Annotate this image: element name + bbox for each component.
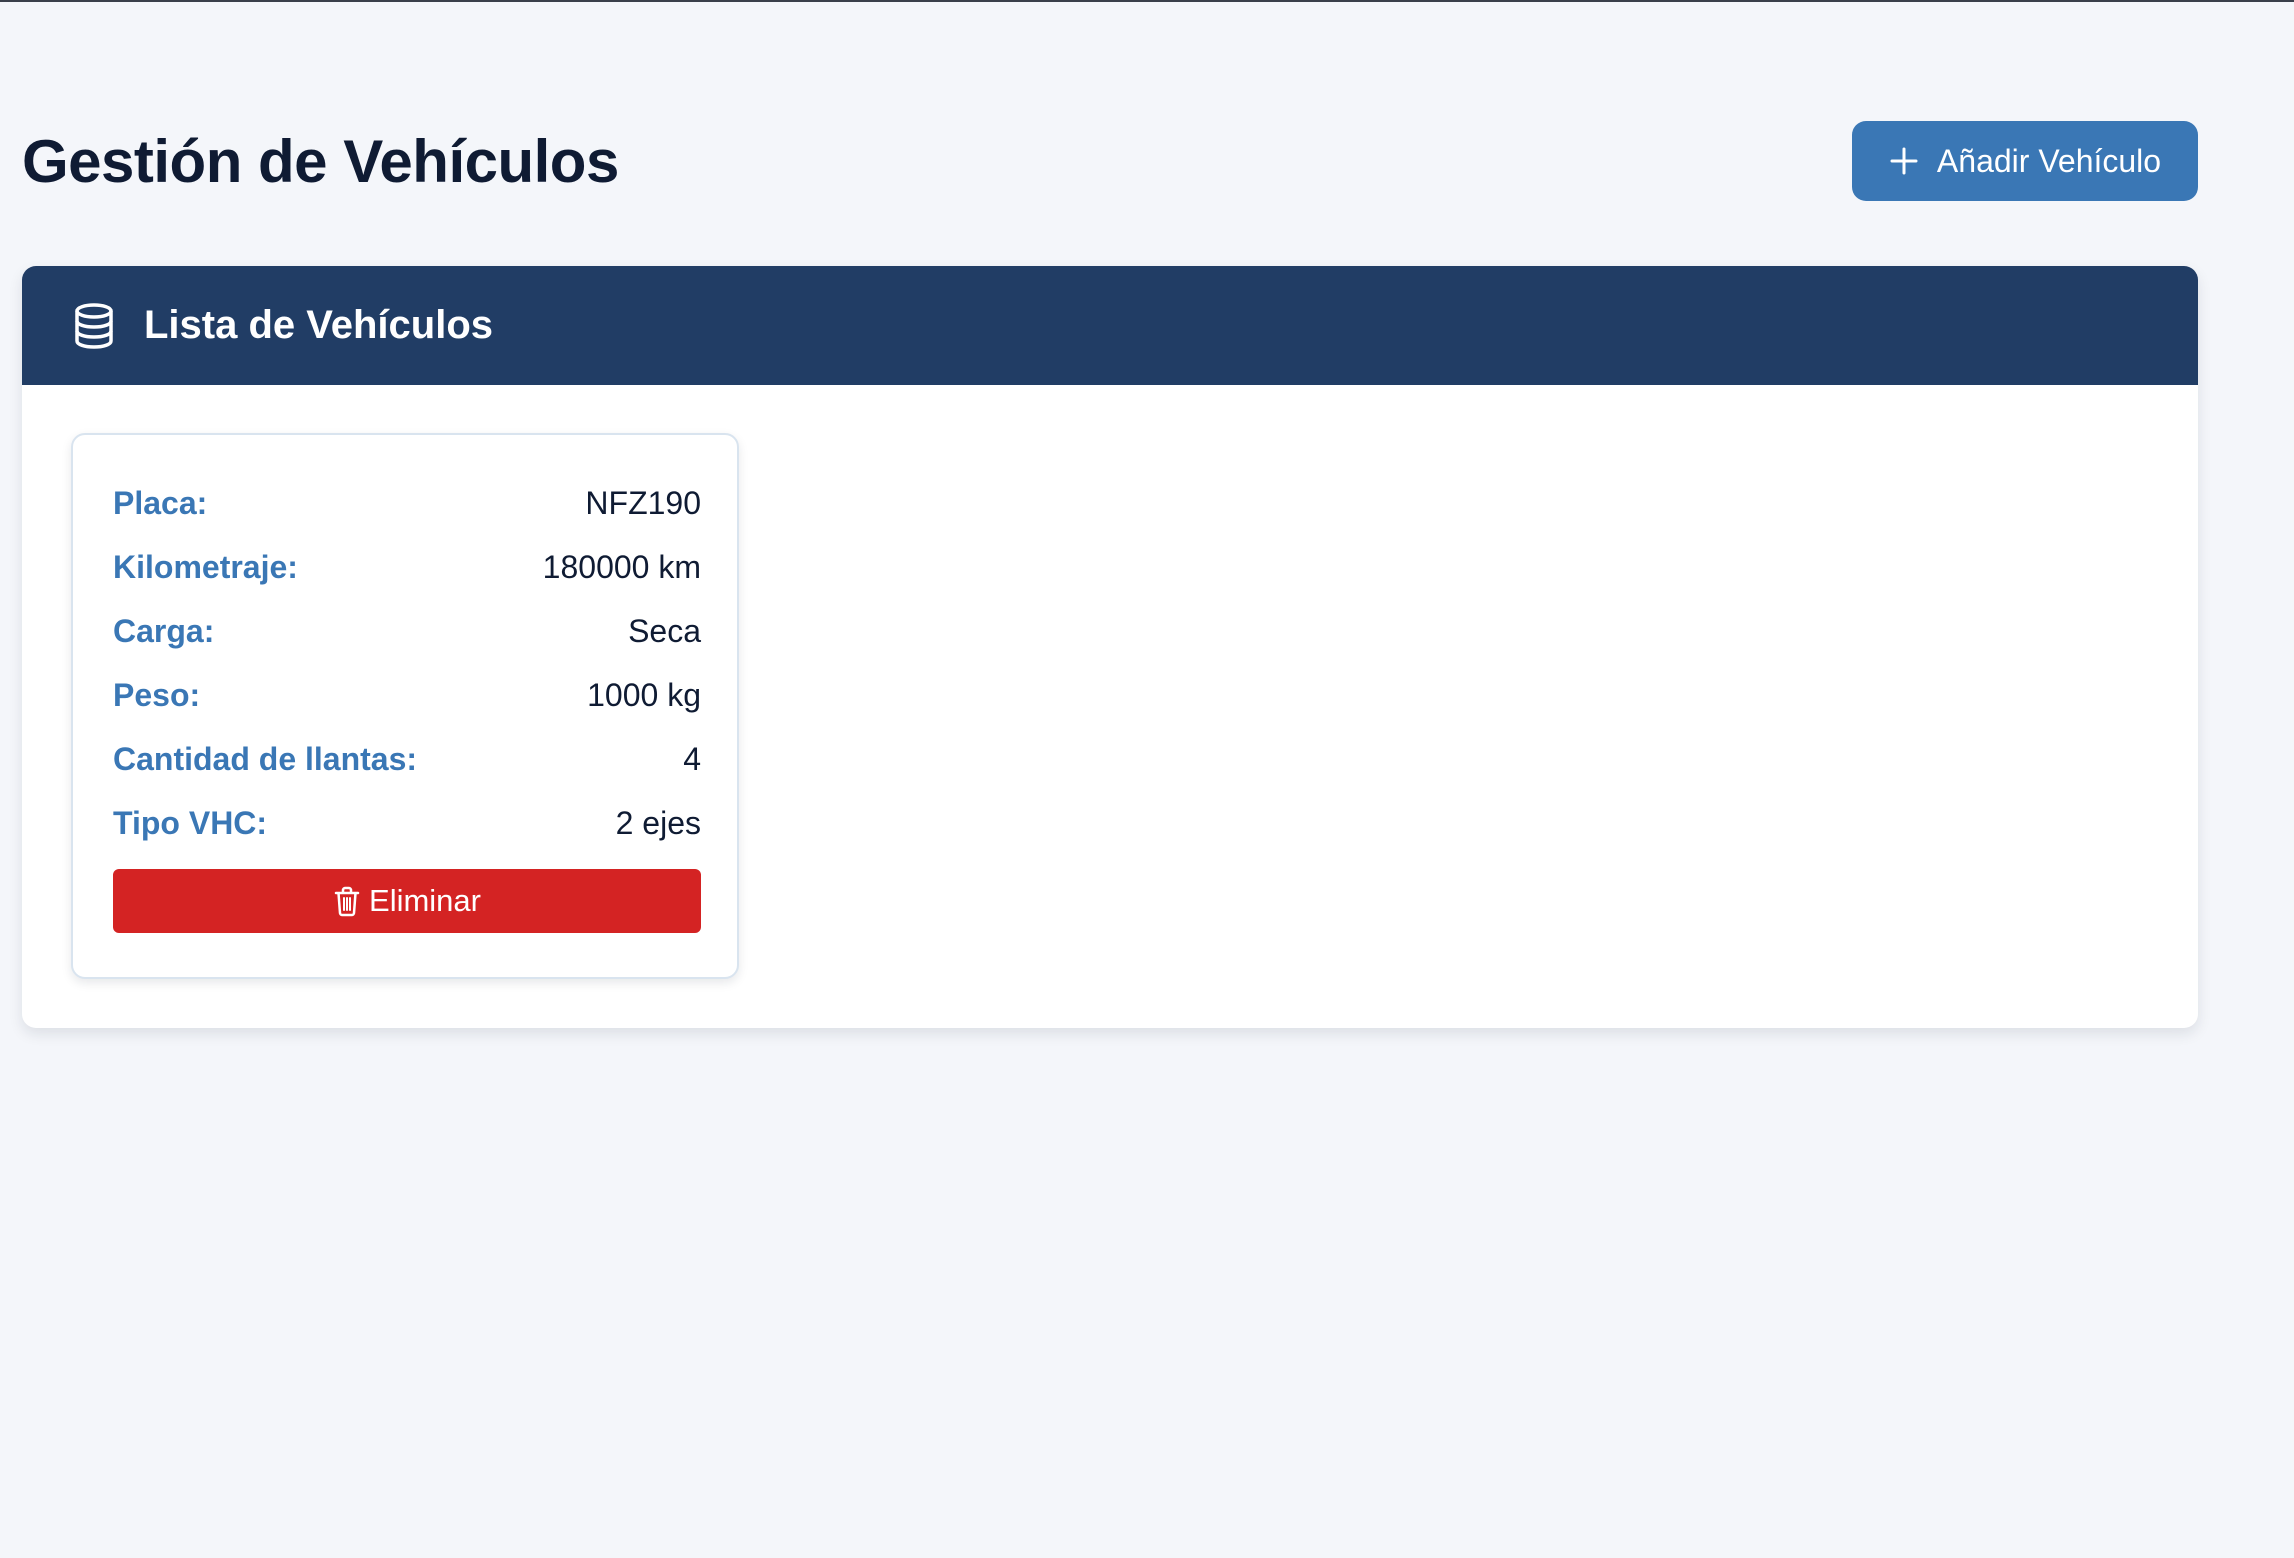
- trash-icon: [333, 885, 361, 917]
- window-top-border: [0, 0, 2294, 2]
- field-value: 1000 kg: [587, 676, 701, 713]
- add-vehicle-label: Añadir Vehículo: [1936, 142, 2162, 179]
- field-label: Tipo VHC:: [113, 804, 268, 841]
- field-row-peso: Peso: 1000 kg: [113, 673, 701, 717]
- page-title: Gestión de Vehículos: [22, 128, 619, 195]
- field-label: Placa:: [113, 484, 208, 521]
- panel-header: Lista de Vehículos: [22, 266, 2198, 385]
- field-row-placa: Placa: NFZ190: [113, 481, 701, 525]
- field-label: Cantidad de llantas:: [113, 740, 418, 777]
- field-label: Kilometraje:: [113, 548, 298, 585]
- field-row-llantas: Cantidad de llantas: 4: [113, 737, 701, 781]
- field-row-kilometraje: Kilometraje: 180000 km: [113, 545, 701, 589]
- vehicle-card: Placa: NFZ190 Kilometraje: 180000 km Car…: [71, 433, 739, 979]
- field-value: 4: [683, 740, 701, 777]
- database-icon: [72, 302, 116, 350]
- field-value: 180000 km: [542, 548, 701, 585]
- panel-title: Lista de Vehículos: [144, 303, 494, 347]
- field-label: Carga:: [113, 612, 215, 649]
- field-value: NFZ190: [585, 484, 701, 521]
- field-row-carga: Carga: Seca: [113, 609, 701, 653]
- field-label: Peso:: [113, 676, 201, 713]
- field-value: Seca: [628, 612, 701, 649]
- plus-icon: [1889, 146, 1919, 176]
- vehicle-list-panel: Lista de Vehículos Placa: NFZ190 Kilomet…: [22, 266, 2198, 1028]
- delete-label: Eliminar: [369, 883, 481, 918]
- field-value: 2 ejes: [615, 804, 701, 841]
- field-row-tipo-vhc: Tipo VHC: 2 ejes: [113, 801, 701, 845]
- delete-vehicle-button[interactable]: Eliminar: [113, 869, 701, 933]
- add-vehicle-button[interactable]: Añadir Vehículo: [1852, 121, 2198, 201]
